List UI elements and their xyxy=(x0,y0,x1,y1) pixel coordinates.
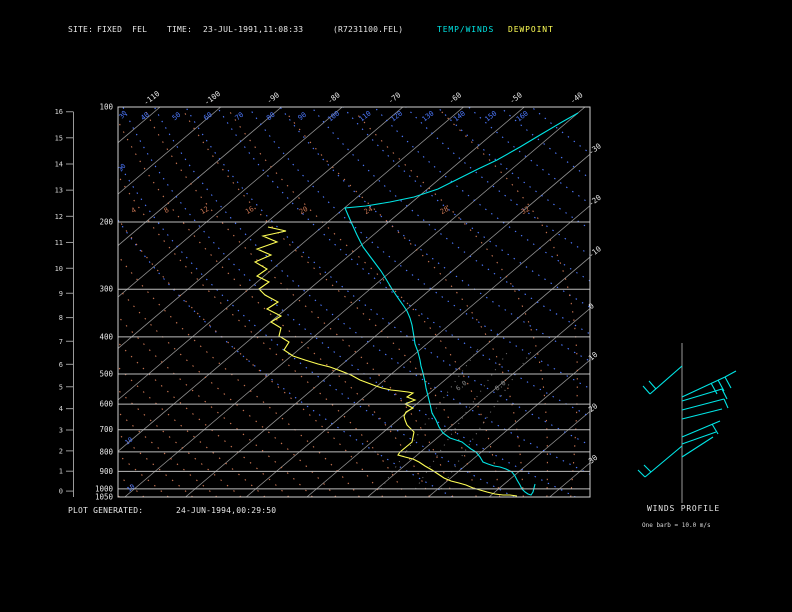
svg-text:90: 90 xyxy=(297,111,309,122)
svg-text:30: 30 xyxy=(117,109,128,120)
svg-text:13: 13 xyxy=(55,187,63,195)
svg-text:900: 900 xyxy=(99,467,113,476)
svg-text:-10: -10 xyxy=(587,244,604,260)
svg-text:800: 800 xyxy=(99,447,113,456)
svg-text:28: 28 xyxy=(439,205,450,216)
plot-frame xyxy=(117,106,591,498)
winds-profile-legend: One barb = 10.0 m/s xyxy=(642,522,711,529)
svg-text:11: 11 xyxy=(55,239,63,247)
svg-text:60: 60 xyxy=(202,111,214,122)
svg-text:-90: -90 xyxy=(265,90,282,106)
svg-text:0: 0 xyxy=(587,301,596,311)
svg-text:8: 8 xyxy=(59,314,63,322)
svg-text:300: 300 xyxy=(99,285,113,294)
svg-text:6: 6 xyxy=(59,361,63,369)
svg-text:600: 600 xyxy=(99,400,113,409)
svg-text:160: 160 xyxy=(515,109,530,123)
svg-text:16: 16 xyxy=(55,108,63,116)
svg-text:150: 150 xyxy=(484,109,499,123)
svg-text:14: 14 xyxy=(55,160,63,168)
svg-text:-50: -50 xyxy=(508,90,525,106)
svg-text:1: 1 xyxy=(59,468,63,476)
svg-text:16: 16 xyxy=(244,205,255,216)
svg-text:-30: -30 xyxy=(587,141,604,157)
svg-text:-100: -100 xyxy=(202,89,222,108)
svg-text:-60: -60 xyxy=(447,90,464,106)
footer-label: PLOT GENERATED: xyxy=(68,506,144,515)
svg-text:32: 32 xyxy=(520,205,531,216)
svg-text:5: 5 xyxy=(59,383,63,391)
svg-text:4: 4 xyxy=(130,206,138,215)
svg-text:12: 12 xyxy=(55,213,63,221)
svg-text:100: 100 xyxy=(99,103,113,112)
svg-text:100: 100 xyxy=(326,109,341,123)
svg-text:6.0: 6.0 xyxy=(454,379,468,393)
svg-text:9: 9 xyxy=(59,290,63,298)
svg-text:20: 20 xyxy=(298,205,309,216)
svg-text:-110: -110 xyxy=(142,89,162,108)
svg-text:8: 8 xyxy=(163,206,171,215)
svg-text:4: 4 xyxy=(59,405,63,413)
svg-text:-70: -70 xyxy=(386,90,403,106)
svg-text:130: 130 xyxy=(421,109,436,123)
svg-text:3: 3 xyxy=(59,427,63,435)
svg-text:700: 700 xyxy=(99,425,113,434)
svg-text:15: 15 xyxy=(55,134,63,142)
svg-text:140: 140 xyxy=(452,109,467,123)
svg-text:500: 500 xyxy=(99,369,113,378)
svg-text:40: 40 xyxy=(139,111,151,122)
svg-text:-20: -20 xyxy=(587,192,604,208)
svg-text:-80: -80 xyxy=(326,90,343,106)
svg-text:120: 120 xyxy=(389,109,404,123)
svg-text:-40: -40 xyxy=(568,90,585,106)
winds-profile-panel xyxy=(637,343,737,503)
svg-text:0: 0 xyxy=(59,488,63,496)
winds-profile-title: WINDS PROFILE xyxy=(647,504,721,513)
svg-text:12: 12 xyxy=(199,205,210,216)
footer-value: 24-JUN-1994,00:29:50 xyxy=(176,506,277,515)
svg-text:1050: 1050 xyxy=(95,493,114,502)
svg-text:2: 2 xyxy=(59,447,63,455)
svg-text:110: 110 xyxy=(358,109,373,123)
svg-text:400: 400 xyxy=(99,332,113,341)
svg-text:7: 7 xyxy=(59,338,63,346)
svg-text:10: 10 xyxy=(55,265,63,273)
svg-text:50: 50 xyxy=(171,111,183,122)
svg-text:200: 200 xyxy=(99,217,113,226)
sounding-screen: SITE: FIXED FEL TIME: 23-JUL-1991,11:08:… xyxy=(0,0,792,612)
svg-text:10: 10 xyxy=(125,482,136,493)
